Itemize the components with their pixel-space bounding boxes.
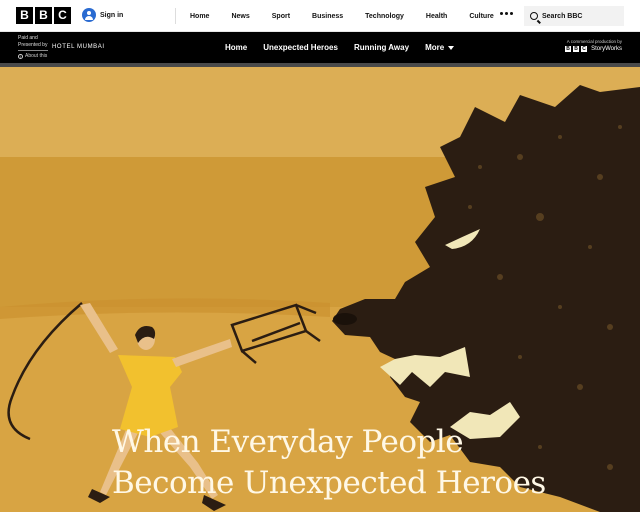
paid-presented-label: Paid and Presented by	[18, 35, 47, 49]
sponsor-nav: Home Unexpected Heroes Running Away More	[225, 32, 455, 63]
divider	[18, 50, 48, 51]
hero-headline: When Everyday People Become Unexpected H…	[112, 422, 546, 504]
headline-line2: Become Unexpected Heroes	[112, 465, 546, 501]
more-label: More	[425, 43, 445, 52]
chevron-down-icon	[448, 45, 455, 50]
sponsor-nav-home[interactable]: Home	[225, 43, 247, 52]
sponsor-nav-running-away[interactable]: Running Away	[354, 43, 409, 52]
headline-line1: When Everyday People	[112, 424, 464, 460]
storyworks-label: StoryWorks	[591, 46, 622, 52]
paid-line2: Presented by	[18, 42, 48, 48]
search-box[interactable]: Search BBC	[524, 6, 624, 26]
commercial-label: A commercial production by	[566, 39, 622, 44]
main-nav: Home News Sport Business Technology Heal…	[176, 0, 494, 32]
global-header: B B C Sign in Home News Sport Business T…	[0, 0, 640, 32]
sign-in-label: Sign in	[100, 11, 124, 19]
about-this-link[interactable]: i About this	[18, 53, 47, 59]
nav-item-sport[interactable]: Sport	[272, 13, 290, 20]
user-icon	[82, 8, 96, 22]
nav-item-technology[interactable]: Technology	[365, 13, 404, 20]
nav-item-health[interactable]: Health	[426, 13, 447, 20]
sponsor-header: Paid and Presented by HOTEL MUMBAI i Abo…	[0, 32, 640, 63]
logo-letter: C	[54, 7, 71, 24]
logo-letter: B	[35, 7, 52, 24]
nav-item-culture[interactable]: Culture	[469, 13, 494, 20]
sponsor-logo[interactable]: HOTEL MUMBAI	[52, 44, 105, 50]
sponsor-nav-unexpected-heroes[interactable]: Unexpected Heroes	[263, 43, 338, 52]
bbc-logo[interactable]: B B C	[16, 7, 71, 24]
more-menu-icon[interactable]	[500, 12, 513, 15]
paid-line1: Paid and	[18, 35, 38, 41]
sponsor-nav-more[interactable]: More	[425, 43, 455, 52]
hero-banner: When Everyday People Become Unexpected H…	[0, 67, 640, 512]
nav-item-home[interactable]: Home	[190, 13, 209, 20]
sign-in-button[interactable]: Sign in	[82, 8, 123, 22]
nav-item-business[interactable]: Business	[312, 13, 343, 20]
search-icon	[530, 12, 538, 20]
logo-letter: B	[16, 7, 33, 24]
storyworks-credit: A commercial production by B B C StoryWorks	[565, 39, 622, 52]
info-icon: i	[18, 53, 23, 59]
search-label: Search BBC	[542, 12, 583, 20]
nav-item-news[interactable]: News	[231, 13, 249, 20]
storyworks-logo[interactable]: B B C StoryWorks	[565, 46, 622, 52]
about-label: About this	[25, 53, 48, 59]
